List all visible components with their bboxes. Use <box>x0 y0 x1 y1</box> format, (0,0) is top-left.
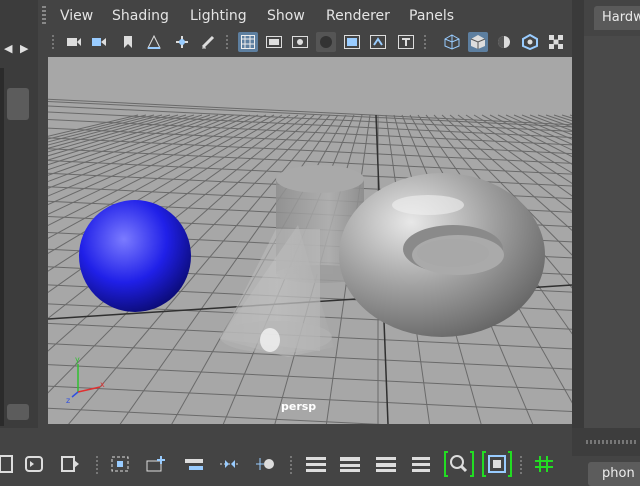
use-default-material-icon[interactable] <box>494 32 514 52</box>
wireframe-icon[interactable] <box>442 32 462 52</box>
camera-attributes-icon[interactable] <box>90 32 110 52</box>
camera-name-label: persp <box>281 400 317 413</box>
view-icon[interactable] <box>482 450 512 478</box>
menu-show[interactable]: Show <box>267 8 305 24</box>
field-chart-icon[interactable] <box>342 32 362 52</box>
bottom-separator <box>96 456 98 474</box>
loop-icon[interactable] <box>22 452 46 476</box>
panel-menubar: View Shading Lighting Show Renderer Pane… <box>38 0 572 30</box>
left-scrollbar-thumb-bottom[interactable] <box>7 404 29 420</box>
right-side-panel: Hardw <box>584 0 640 428</box>
axis-gizmo: y x z <box>66 355 105 405</box>
bookmark-icon[interactable] <box>118 32 138 52</box>
list-icon-2[interactable] <box>338 452 362 476</box>
grid-line-v <box>545 114 572 125</box>
scroll-right-icon[interactable]: ▶ <box>20 42 28 55</box>
resolution-gate-icon[interactable] <box>290 32 310 52</box>
cone-object <box>220 225 334 357</box>
menubar-grip[interactable] <box>42 6 46 26</box>
smooth-shade-icon[interactable] <box>468 32 488 52</box>
panel-grip[interactable] <box>586 440 636 444</box>
left-panel-edge <box>0 68 4 426</box>
camera-icon[interactable] <box>64 32 84 52</box>
2d-pan-icon[interactable] <box>172 32 192 52</box>
grid-line-h <box>48 364 572 391</box>
torus-object <box>339 173 545 337</box>
safe-title-icon[interactable] <box>396 32 416 52</box>
graph-icon[interactable] <box>218 452 242 476</box>
grid-snap-icon[interactable] <box>532 452 556 476</box>
export-icon[interactable] <box>58 452 82 476</box>
list-icon-4[interactable] <box>408 452 432 476</box>
phong-tab-label: phon <box>602 466 635 481</box>
safe-action-icon[interactable] <box>368 32 388 52</box>
right-panel-content <box>584 36 640 428</box>
list-icon-1[interactable] <box>304 452 328 476</box>
svg-text:x: x <box>100 380 105 389</box>
hardware-tab-label: Hardw <box>602 10 640 25</box>
viewport-toolbar <box>38 30 572 56</box>
toolbar-separator <box>226 35 228 51</box>
image-plane-icon[interactable] <box>144 32 164 52</box>
gate-mask-icon[interactable] <box>316 32 336 52</box>
list-icon-3[interactable] <box>374 452 398 476</box>
xray-icon[interactable] <box>520 32 540 52</box>
bottom-separator <box>520 456 522 474</box>
menu-shading[interactable]: Shading <box>112 8 169 24</box>
scene-render: y x z <box>48 98 572 424</box>
grid-icon[interactable] <box>238 32 258 52</box>
bottom-separator <box>290 456 292 474</box>
connect-icon[interactable] <box>254 452 278 476</box>
sphere-object <box>79 200 191 312</box>
checkerboard-icon[interactable] <box>546 32 566 52</box>
grease-pencil-icon[interactable] <box>198 32 218 52</box>
toolbar-separator <box>52 35 54 51</box>
menu-view[interactable]: View <box>60 8 93 24</box>
svg-text:y: y <box>75 355 80 364</box>
menu-panels[interactable]: Panels <box>409 8 454 24</box>
menu-renderer[interactable]: Renderer <box>326 8 390 24</box>
add-node-icon[interactable] <box>144 452 168 476</box>
search-icon[interactable] <box>444 450 474 478</box>
scroll-left-icon[interactable]: ◀ <box>4 42 12 55</box>
perspective-viewport[interactable]: y x z persp <box>48 57 572 424</box>
film-gate-icon[interactable] <box>264 32 284 52</box>
menu-lighting[interactable]: Lighting <box>190 8 247 24</box>
frame-selection-icon[interactable] <box>108 452 132 476</box>
panel-divider[interactable] <box>572 0 584 428</box>
grid-line-h <box>48 137 572 164</box>
left-scrollbar-thumb[interactable] <box>7 88 29 120</box>
svg-text:z: z <box>66 396 70 405</box>
toolbar-separator <box>424 35 426 51</box>
left-panel-strip: ◀ ▶ <box>0 0 38 428</box>
layout-icon[interactable] <box>0 452 18 476</box>
remove-node-icon[interactable] <box>182 452 206 476</box>
